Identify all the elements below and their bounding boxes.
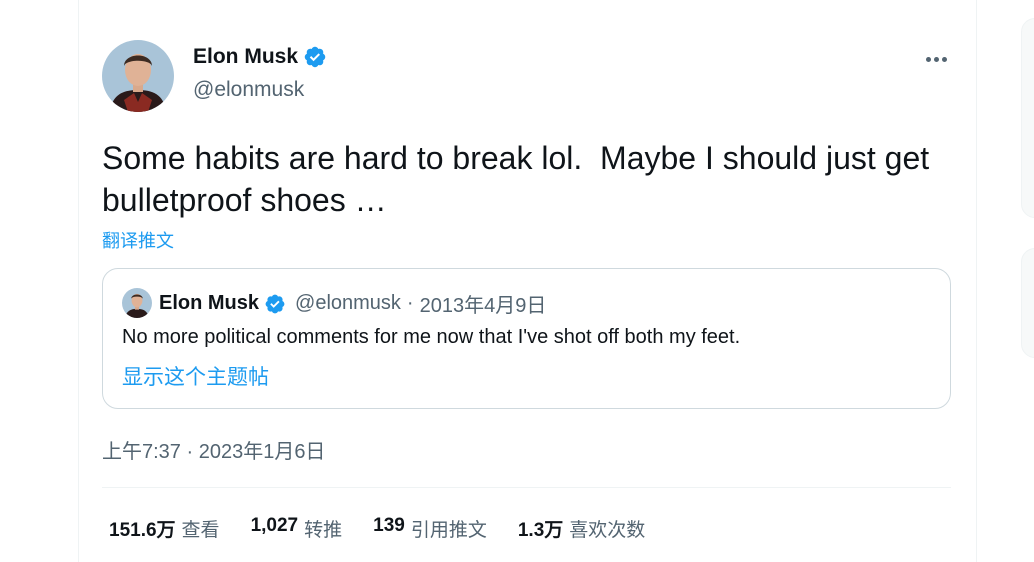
stat-label: 查看 — [181, 520, 220, 541]
author-name-text[interactable]: Elon Musk — [193, 45, 298, 69]
quoted-text: No more political comments for me now th… — [122, 326, 741, 348]
quoted-author-name: Elon Musk — [159, 292, 260, 314]
more-dot — [933, 56, 939, 62]
stat-retweets[interactable]: 1,027 转推 — [251, 515, 343, 542]
stat-label: 引用推文 — [410, 520, 487, 541]
author-handle[interactable]: @elonmusk — [193, 78, 304, 102]
stat-label: 转推 — [304, 520, 343, 541]
verified-badge-icon — [265, 294, 285, 313]
stat-quotes[interactable]: 139 引用推文 — [373, 515, 487, 542]
stat-value: 151.6万 — [109, 520, 176, 541]
stat-value: 1,027 — [250, 515, 299, 536]
show-thread-link[interactable]: 显示这个主题帖 — [122, 361, 269, 391]
tweet-text: Some habits are hard to break lol. Maybe… — [102, 140, 939, 218]
quoted-author-handle: @elonmusk — [295, 292, 401, 314]
more-dot — [925, 56, 931, 62]
avatar[interactable] — [102, 40, 174, 112]
more-dot — [941, 56, 947, 62]
quoted-separator: · — [406, 292, 414, 314]
author-name[interactable]: Elon Musk — [193, 45, 327, 69]
tweet-timestamp[interactable]: 上午7:37 · 2023年1月6日 — [102, 435, 325, 464]
stat-views[interactable]: 151.6万 查看 — [109, 515, 220, 542]
stat-likes[interactable]: 1.3万 喜欢次数 — [518, 515, 645, 542]
sidebar-card — [1021, 18, 1034, 218]
stat-value: 139 — [373, 515, 405, 536]
verified-badge-icon — [304, 46, 326, 68]
translate-tweet-link[interactable]: 翻译推文 — [102, 227, 174, 253]
divider — [102, 487, 951, 488]
more-horizontal-icon[interactable] — [921, 47, 951, 71]
quoted-avatar — [122, 288, 152, 318]
quoted-header: Elon Musk @elonmusk · 2013年4月9日 — [159, 289, 546, 318]
quoted-tweet-card[interactable]: Elon Musk @elonmusk · 2013年4月9日 No more … — [102, 268, 951, 409]
sidebar-card — [1021, 248, 1034, 358]
stat-label: 喜欢次数 — [569, 520, 646, 541]
tweet-stats: 151.6万 查看 1,027 转推 139 引用推文 1.3万 喜欢次数 — [109, 515, 676, 542]
stat-value: 1.3万 — [517, 520, 564, 541]
quoted-date: 2013年4月9日 — [419, 295, 547, 317]
